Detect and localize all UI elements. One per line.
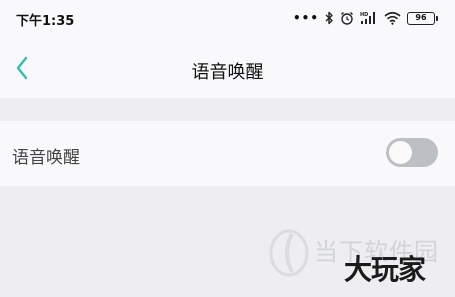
status-time: 下午1:35 bbox=[16, 14, 75, 29]
hd-signal-icon: HD bbox=[360, 12, 375, 24]
battery-level: 96 bbox=[415, 12, 427, 22]
navigation-bar: 语音唤醒 bbox=[0, 38, 455, 98]
voice-wake-toggle[interactable] bbox=[386, 138, 438, 167]
svg-text:HD: HD bbox=[360, 12, 368, 18]
bluetooth-icon bbox=[325, 11, 333, 25]
watermark: 当下软件园 大玩家 bbox=[268, 226, 453, 296]
page-title: 语音唤醒 bbox=[191, 62, 264, 83]
alarm-icon bbox=[341, 12, 353, 25]
status-bar: 下午1:35 ••• HD 96 bbox=[0, 0, 455, 38]
more-dots-icon: ••• bbox=[292, 11, 319, 25]
toggle-knob bbox=[389, 141, 412, 164]
watermark-logo-icon bbox=[269, 229, 309, 277]
wifi-icon bbox=[384, 11, 401, 25]
status-icons: ••• HD 96 bbox=[292, 9, 438, 27]
battery-icon: 96 bbox=[407, 11, 438, 25]
voice-wake-label: 语音唤醒 bbox=[12, 148, 80, 168]
watermark-brand: 大玩家 bbox=[344, 253, 426, 286]
